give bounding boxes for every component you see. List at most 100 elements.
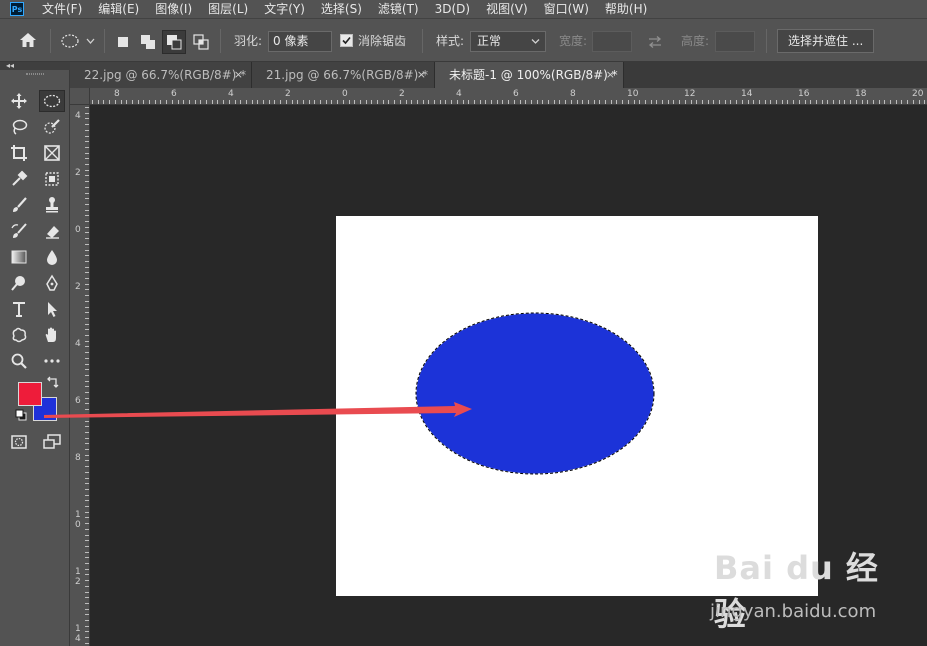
elliptical-marquee-tool-icon[interactable]: [39, 90, 65, 112]
menu-edit[interactable]: 编辑(E): [98, 0, 139, 18]
ruler-tick: [85, 340, 89, 342]
ruler-tick: [85, 545, 89, 547]
ruler-tick: [627, 100, 629, 104]
vertical-ruler[interactable]: 4 2 0 2 4 6 8 1 0 1 2 1 4: [70, 105, 90, 646]
quick-mask-icon[interactable]: [6, 431, 32, 453]
menu-file[interactable]: 文件(F): [42, 0, 82, 18]
path-selection-tool-icon[interactable]: [39, 298, 65, 320]
foreground-color-swatch[interactable]: [18, 382, 42, 406]
tab-21-jpg[interactable]: 21.jpg @ 66.7%(RGB/8#) * ×: [252, 62, 435, 88]
ruler-tick: [701, 100, 703, 104]
menu-image[interactable]: 图像(I): [155, 0, 192, 18]
ruler-label: 6: [75, 396, 81, 406]
move-tool-icon[interactable]: [6, 90, 32, 112]
horizontal-ruler[interactable]: 8 6 4 2 0 2 4 6 8 10 12 14 16 18 20: [90, 88, 927, 105]
ruler-tick: [85, 306, 89, 308]
home-icon[interactable]: [18, 31, 38, 53]
ruler-label: 8: [114, 89, 120, 99]
ruler-tick: [223, 100, 225, 104]
menu-type[interactable]: 文字(Y): [264, 0, 305, 18]
width-label: 宽度:: [559, 34, 588, 48]
ruler-tick: [85, 169, 89, 171]
ruler-label: 18: [855, 89, 867, 99]
tab-22-jpg[interactable]: 22.jpg @ 66.7%(RGB/8#) * ×: [70, 62, 252, 88]
swap-colors-icon[interactable]: [44, 376, 60, 392]
menu-window[interactable]: 窗口(W): [544, 0, 589, 18]
ruler-tick: [456, 100, 458, 104]
ruler-tick: [85, 295, 89, 297]
zoom-tool-icon[interactable]: [6, 350, 32, 372]
menu-bar: Ps 文件(F) 编辑(E) 图像(I) 图层(L) 文字(Y) 选择(S) 滤…: [0, 0, 927, 18]
ruler-tick: [85, 329, 89, 331]
gradient-tool-icon[interactable]: [6, 246, 32, 268]
antialias-checkbox[interactable]: [340, 34, 353, 47]
ruler-tick: [342, 100, 344, 104]
ruler-tick: [890, 100, 891, 104]
ruler-tick: [166, 100, 168, 104]
menu-layer[interactable]: 图层(L): [208, 0, 248, 18]
type-tool-icon[interactable]: [6, 298, 32, 320]
quick-selection-tool-icon[interactable]: [39, 116, 65, 138]
subtract-from-selection-icon[interactable]: [162, 30, 186, 54]
ruler-tick: [445, 100, 447, 104]
dodge-tool-icon[interactable]: [6, 272, 32, 294]
close-icon[interactable]: ×: [234, 62, 243, 88]
ruler-tick: [679, 100, 681, 104]
toolbar-grip[interactable]: [26, 73, 44, 75]
close-icon[interactable]: ×: [417, 62, 426, 88]
ruler-tick: [85, 141, 89, 143]
ruler-tick: [582, 100, 584, 104]
blur-tool-icon[interactable]: [39, 246, 65, 268]
ruler-tick: [143, 100, 145, 104]
toolbar-collapse-icon[interactable]: ◂◂: [0, 62, 70, 70]
intersect-selection-icon[interactable]: [192, 33, 210, 55]
ruler-tick: [200, 100, 202, 104]
menu-filter[interactable]: 滤镜(T): [378, 0, 419, 18]
hand-tool-icon[interactable]: [39, 324, 65, 346]
feather-input[interactable]: 0 像素: [268, 31, 332, 52]
ruler-tick: [85, 471, 89, 473]
ruler-tick: [85, 506, 89, 507]
eraser-tool-icon[interactable]: [39, 220, 65, 242]
select-and-mask-button[interactable]: 选择并遮住 ...: [777, 29, 875, 53]
ruler-tick: [85, 323, 89, 325]
clone-stamp-tool-icon[interactable]: [39, 194, 65, 216]
menu-help[interactable]: 帮助(H): [605, 0, 647, 18]
eyedropper-tool-icon[interactable]: [6, 168, 32, 190]
menu-select[interactable]: 选择(S): [321, 0, 362, 18]
add-to-selection-icon[interactable]: [139, 33, 157, 55]
ruler-tick: [696, 100, 698, 104]
ruler-tick: [736, 100, 738, 104]
screen-mode-icon[interactable]: [39, 431, 65, 453]
object-selection-tool-icon[interactable]: [39, 168, 65, 190]
history-brush-tool-icon[interactable]: [6, 220, 32, 242]
ruler-tick: [815, 100, 817, 104]
new-selection-icon[interactable]: [114, 33, 132, 55]
brush-tool-icon[interactable]: [6, 194, 32, 216]
width-input[interactable]: [592, 31, 632, 52]
lasso-tool-icon[interactable]: [6, 116, 32, 138]
custom-shape-tool-icon[interactable]: [6, 324, 32, 346]
document-canvas[interactable]: [336, 216, 818, 596]
height-input[interactable]: [715, 31, 755, 52]
tab-untitled-1[interactable]: 未标题-1 @ 100%(RGB/8#) * ×: [435, 62, 624, 88]
menu-3d[interactable]: 3D(D): [435, 0, 470, 18]
more-tools-icon[interactable]: [39, 350, 65, 372]
separator: [422, 29, 423, 53]
ruler-tick: [171, 100, 173, 104]
ruler-tick: [85, 386, 89, 388]
ruler-origin[interactable]: [70, 88, 90, 105]
style-select[interactable]: 正常: [470, 31, 546, 52]
menu-view[interactable]: 视图(V): [486, 0, 528, 18]
frame-tool-icon[interactable]: [39, 142, 65, 164]
elliptical-marquee-preset-icon[interactable]: [60, 33, 96, 53]
ruler-tick: [251, 100, 253, 104]
swap-width-height-icon[interactable]: [646, 34, 664, 53]
ruler-tick: [85, 118, 89, 120]
default-colors-icon[interactable]: [13, 407, 29, 423]
ruler-tick: [496, 100, 498, 104]
ruler-tick: [85, 357, 89, 359]
pen-tool-icon[interactable]: [39, 272, 65, 294]
crop-tool-icon[interactable]: [6, 142, 32, 164]
close-icon[interactable]: ×: [606, 62, 615, 88]
